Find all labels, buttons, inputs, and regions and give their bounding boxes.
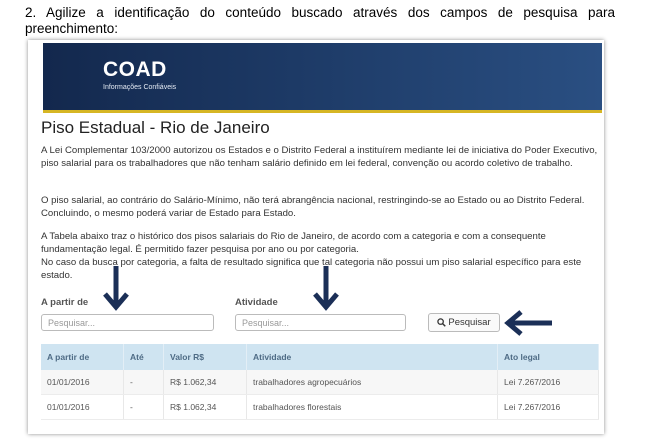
table-header-row: A partir de Até Valor R$ Atividade Ato l…: [41, 344, 599, 370]
coad-logo[interactable]: COAD: [103, 58, 167, 82]
column-header-value[interactable]: Valor R$: [163, 344, 247, 370]
screenshot-frame: COAD Informações Confiáveis Piso Estadua…: [28, 40, 604, 434]
logo-subtitle: Informações Confiáveis: [103, 84, 177, 91]
cell-value: R$ 1.062,34: [163, 394, 247, 420]
table-row: 01/01/2016 - R$ 1.062,34 trabalhadores f…: [41, 394, 599, 420]
arrow-down-icon: [313, 266, 339, 311]
instruction-text: 2. Agilize a identificação do conteúdo b…: [25, 5, 615, 36]
search-button[interactable]: Pesquisar: [428, 313, 500, 332]
cell-until: -: [123, 394, 164, 420]
table-row: 01/01/2016 - R$ 1.062,34 trabalhadores a…: [41, 370, 599, 395]
activity-search-input[interactable]: [235, 314, 406, 331]
cell-until: -: [123, 370, 164, 395]
column-header-from[interactable]: A partir de: [41, 344, 124, 370]
cell-legal-act: Lei 7.267/2016: [497, 370, 599, 395]
column-header-legal-act[interactable]: Ato legal: [497, 344, 599, 370]
banner-stripe: [43, 110, 602, 113]
cell-from: 01/01/2016: [41, 394, 124, 420]
cell-activity: trabalhadores agropecuários: [246, 370, 498, 395]
cell-activity: trabalhadores florestais: [246, 394, 498, 420]
paragraph-2: O piso salarial, ao contrário do Salário…: [41, 195, 585, 219]
activity-label: Atividade: [235, 297, 278, 308]
paragraph-3: A Tabela abaixo traz o histórico dos pis…: [41, 231, 546, 255]
cell-legal-act: Lei 7.267/2016: [497, 394, 599, 420]
from-label: A partir de: [41, 297, 89, 308]
search-icon: [437, 318, 447, 327]
column-header-until[interactable]: Até: [123, 344, 164, 370]
salary-table: A partir de Até Valor R$ Atividade Ato l…: [41, 344, 599, 420]
page-title: Piso Estadual - Rio de Janeiro: [41, 118, 270, 137]
from-search-input[interactable]: [41, 314, 214, 331]
arrow-down-icon: [103, 266, 129, 311]
cell-from: 01/01/2016: [41, 370, 124, 395]
header-banner: COAD Informações Confiáveis: [43, 43, 602, 110]
arrow-left-icon: [504, 310, 552, 336]
search-button-label: Pesquisar: [448, 317, 491, 328]
paragraph-1: A Lei Complementar 103/2000 autorizou os…: [41, 145, 598, 169]
column-header-activity[interactable]: Atividade: [246, 344, 498, 370]
cell-value: R$ 1.062,34: [163, 370, 247, 395]
